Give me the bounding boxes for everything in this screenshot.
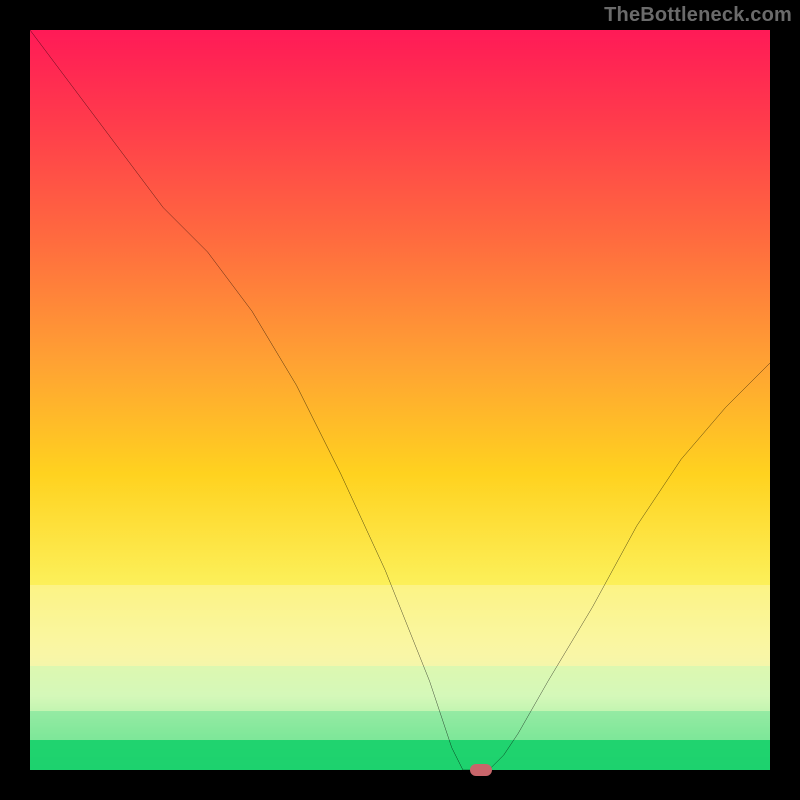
minimum-marker (470, 764, 492, 776)
bottleneck-curve (30, 30, 770, 770)
plot-area (30, 30, 770, 770)
chart-root: TheBottleneck.com (0, 0, 800, 800)
watermark-text: TheBottleneck.com (604, 4, 792, 27)
